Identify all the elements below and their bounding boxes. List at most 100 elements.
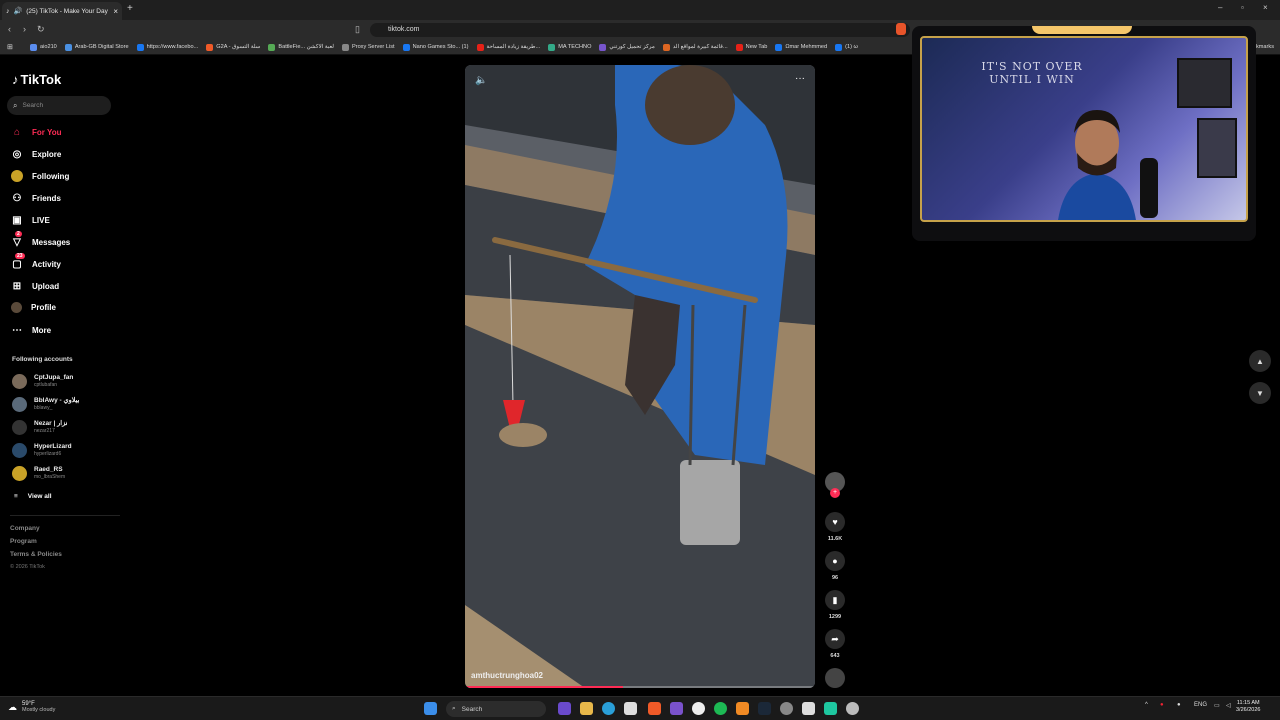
account-item[interactable]: Raed_RS mo_lbraShem xyxy=(12,466,65,481)
bookmark-favicon-icon xyxy=(599,43,607,51)
url-bar[interactable]: tiktok.com xyxy=(370,23,910,37)
share-button[interactable]: ➦ 643 xyxy=(822,629,848,659)
close-tab-icon[interactable]: × xyxy=(113,7,118,16)
video-caption[interactable]: amthuctrunghoa02 xyxy=(471,671,543,680)
account-item[interactable]: Nezar | نزار nezar217 xyxy=(12,420,67,435)
steam-icon[interactable] xyxy=(758,702,771,715)
bookmark-item[interactable]: BattleFie... لعبة الاكشن xyxy=(268,43,334,51)
heart-icon: ♥ xyxy=(825,512,845,532)
account-item[interactable]: BblAwy - بيلاوي bblawy_ xyxy=(12,397,79,412)
avatar xyxy=(12,374,27,389)
bookmark-item[interactable]: MA TECHNO xyxy=(548,43,591,51)
app-icon[interactable] xyxy=(692,702,705,715)
nav-for-you[interactable]: ⌂ For You xyxy=(11,126,62,138)
network-icon[interactable]: ▭ xyxy=(1214,702,1220,709)
nav-profile[interactable]: Profile xyxy=(11,302,56,313)
bookmark-item[interactable]: https://www.facebo... xyxy=(136,43,198,51)
bookmark-page-icon[interactable]: ▯ xyxy=(355,24,360,35)
app-icon[interactable] xyxy=(846,702,859,715)
view-all-link[interactable]: ≡ View all xyxy=(14,493,52,500)
more-options-icon[interactable]: ··· xyxy=(795,73,805,84)
weather-widget[interactable]: ☁ 59°F Mostly cloudy xyxy=(8,701,55,713)
account-item[interactable]: HyperLizard hyperlizard6 xyxy=(12,443,72,458)
bookmark-item[interactable]: طريقة زيادة المساحة... xyxy=(476,43,540,51)
language-indicator[interactable]: ENG xyxy=(1194,702,1207,708)
bookmark-item[interactable]: Ωmar Mehmmed xyxy=(775,43,827,51)
bookmark-label: قائمة كبيرة لمواقع الد... xyxy=(672,44,728,50)
maximize-icon[interactable]: ▫ xyxy=(1241,3,1244,12)
bookmark-item[interactable]: New Tab xyxy=(735,43,767,51)
bookmark-item[interactable]: (1) ω xyxy=(835,43,858,51)
tray-chevron-icon[interactable]: ^ xyxy=(1145,702,1148,708)
upload-icon: ⊞ xyxy=(12,280,22,292)
file-explorer-icon[interactable] xyxy=(580,702,593,715)
bookmark-item[interactable]: Arab-GB Digital Store xyxy=(64,43,129,51)
volume-icon[interactable]: ◁ xyxy=(1226,702,1231,709)
mute-icon[interactable]: 🔈 xyxy=(475,75,487,86)
speaker-icon[interactable]: 🔊 xyxy=(14,7,23,15)
store-icon[interactable] xyxy=(624,702,637,715)
nav-activity[interactable]: ▢ 23 Activity xyxy=(11,253,61,270)
browser-tab[interactable]: ♪ 🔊 (25) TikTok - Make Your Day × xyxy=(2,2,122,20)
compass-icon: ◎ xyxy=(12,148,22,160)
account-item[interactable]: CptJupa_fan cptlubafan xyxy=(12,374,73,389)
reload-icon[interactable]: ↻ xyxy=(37,24,45,35)
close-window-icon[interactable]: × xyxy=(1263,3,1268,12)
video-player[interactable]: 🔈 ··· amthuctrunghoa02 xyxy=(465,65,815,688)
video-frame xyxy=(465,65,815,688)
nav-following[interactable]: Following xyxy=(11,170,69,182)
search-placeholder: Search xyxy=(22,102,44,109)
app-icon[interactable] xyxy=(736,702,749,715)
like-button[interactable]: ♥ 11.6K xyxy=(822,512,848,542)
bookmark-item[interactable]: Nano Games Sto... (1) xyxy=(402,43,469,51)
windows-start-icon[interactable] xyxy=(424,702,437,715)
tray-mic-icon[interactable]: ● xyxy=(1177,702,1181,708)
follow-plus-icon[interactable]: + xyxy=(830,488,840,498)
forward-icon[interactable]: › xyxy=(23,24,26,34)
comment-button[interactable]: ● 96 xyxy=(822,551,848,581)
nav-explore[interactable]: ◎ Explore xyxy=(11,148,62,160)
new-tab-button[interactable]: + xyxy=(127,3,133,14)
bookmark-item[interactable]: aio210 xyxy=(30,43,57,51)
tiktok-logo[interactable]: ♪ TikTok xyxy=(12,72,61,87)
footer-terms[interactable]: Terms & Policies xyxy=(10,551,62,558)
minimize-icon[interactable]: – xyxy=(1218,3,1222,12)
nav-upload[interactable]: ⊞ Upload xyxy=(11,280,59,292)
search-input[interactable]: ⌕ Search xyxy=(7,96,111,115)
app-icon[interactable] xyxy=(558,702,571,715)
bookmark-item[interactable]: قائمة كبيرة لمواقع الد... xyxy=(662,43,728,51)
music-disc-button[interactable] xyxy=(822,668,848,688)
brave-shield-icon[interactable] xyxy=(896,23,906,35)
app-icon[interactable] xyxy=(670,702,683,715)
footer-program[interactable]: Program xyxy=(10,538,37,545)
bookmark-favicon-icon xyxy=(835,43,843,51)
footer-company[interactable]: Company xyxy=(10,525,40,532)
tray-app-icon[interactable]: ● xyxy=(1160,702,1164,708)
app-icon[interactable] xyxy=(802,702,815,715)
previous-video-button[interactable]: ▲ xyxy=(1249,350,1271,372)
bookmark-favicon-icon xyxy=(341,43,349,51)
back-icon[interactable]: ‹ xyxy=(8,24,11,34)
video-progress-bar[interactable] xyxy=(465,686,815,688)
settings-icon[interactable] xyxy=(780,702,793,715)
bookmark-item[interactable]: Proxy Server List xyxy=(341,43,395,51)
bookmark-favicon-icon xyxy=(64,43,72,51)
creator-avatar-button[interactable]: + xyxy=(822,472,848,498)
brave-icon[interactable] xyxy=(648,702,661,715)
bookmark-button[interactable]: ▮ 1299 xyxy=(822,590,848,620)
edge-icon[interactable] xyxy=(602,702,615,715)
spotify-icon[interactable] xyxy=(714,702,727,715)
next-video-button[interactable]: ▼ xyxy=(1249,382,1271,404)
like-count: 11.6K xyxy=(827,536,843,542)
system-clock[interactable]: 11:15 AM 3/26/2026 xyxy=(1236,700,1260,714)
nav-messages[interactable]: ▽ 2 Messages xyxy=(11,231,70,248)
nav-more[interactable]: ⋯ More xyxy=(11,324,51,336)
apps-icon[interactable]: ⊞ xyxy=(7,43,13,51)
taskbar-search[interactable]: ⌕ Search xyxy=(446,701,546,717)
poster xyxy=(1197,118,1237,178)
bookmark-item[interactable]: G2A - سلة التسوق xyxy=(206,43,260,51)
bookmark-item[interactable]: مركز تحميل كورتني xyxy=(599,43,655,51)
nav-friends[interactable]: ⚇ Friends xyxy=(11,192,61,204)
nav-live[interactable]: ▣ LIVE xyxy=(11,214,50,226)
app-icon[interactable] xyxy=(824,702,837,715)
